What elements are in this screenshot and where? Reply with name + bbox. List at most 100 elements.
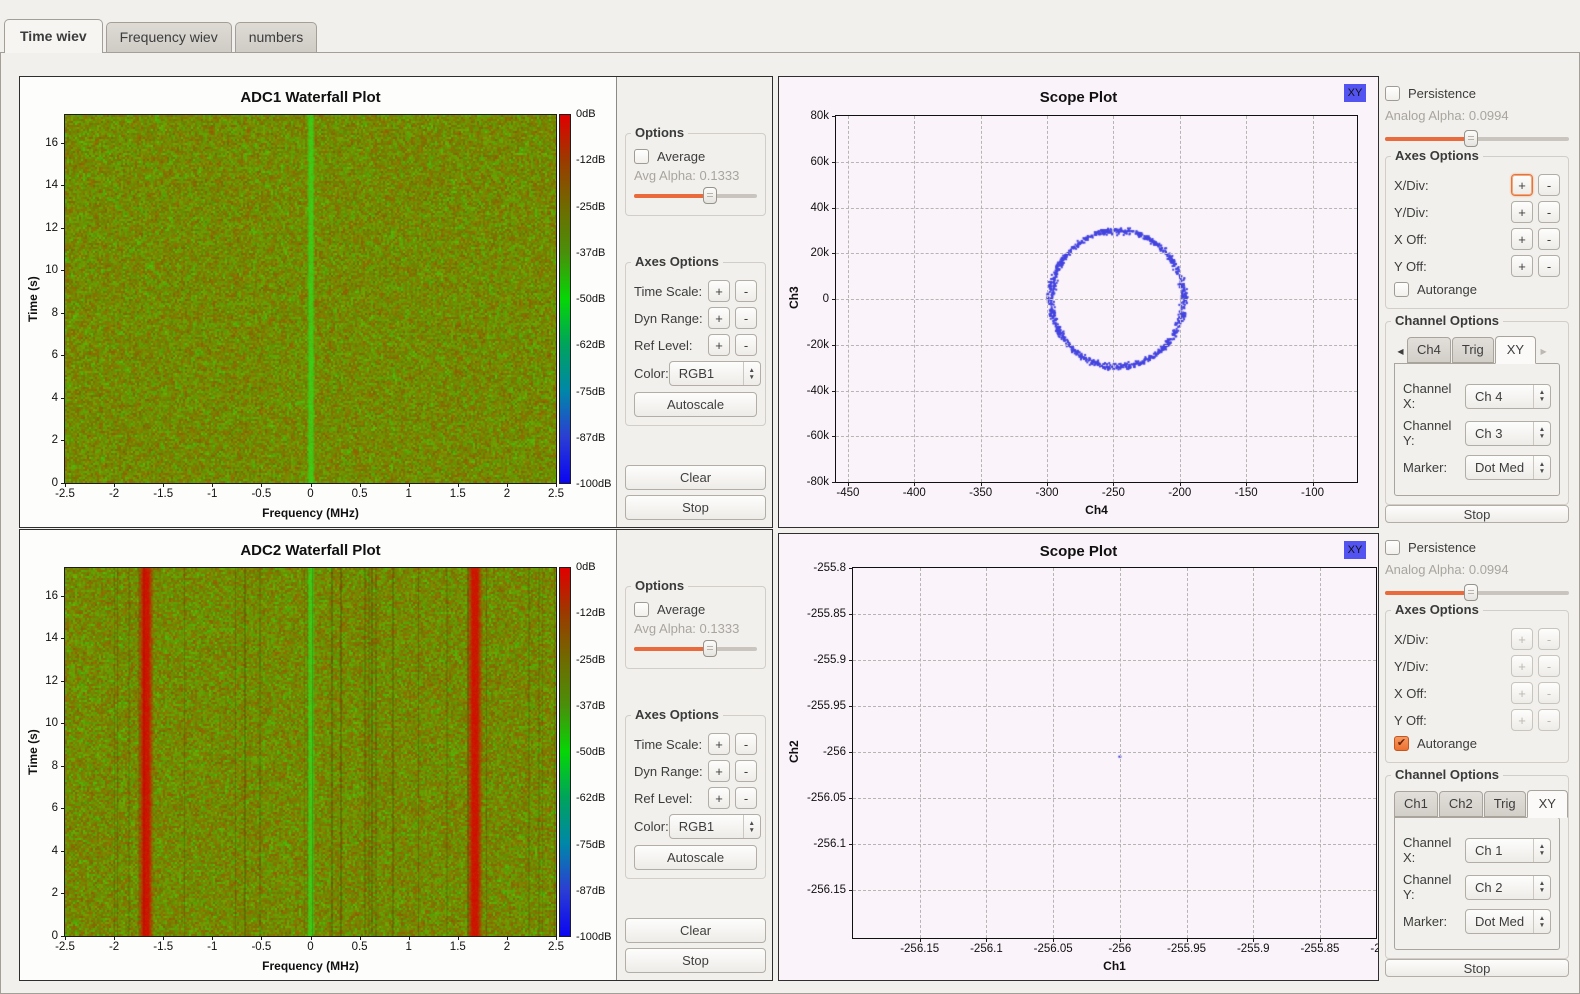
spinner-arrows[interactable]: ▲▼	[1533, 385, 1550, 408]
marker-select[interactable]: Dot Med ▲▼	[1465, 909, 1551, 934]
spinner-arrows[interactable]: ▲▼	[1533, 422, 1550, 445]
scope-stop-button[interactable]: Stop	[1385, 505, 1569, 523]
spin-up-icon[interactable]: ▲	[748, 821, 754, 826]
channel-y-select[interactable]: Ch 3 ▲▼	[1465, 421, 1551, 446]
yoff-minus-button[interactable]: -	[1538, 255, 1560, 277]
spin-up-icon[interactable]: ▲	[1539, 390, 1545, 395]
xdiv-plus-button[interactable]: +	[1511, 174, 1533, 196]
spin-up-icon[interactable]: ▲	[1539, 462, 1545, 467]
ydiv-minus-button[interactable]: -	[1538, 655, 1560, 677]
dyn-range-plus-button[interactable]: +	[708, 307, 730, 329]
clear-button[interactable]: Clear	[625, 918, 766, 943]
spin-down-icon[interactable]: ▼	[1539, 469, 1545, 474]
spinner-arrows[interactable]: ▲▼	[1533, 456, 1550, 479]
channel-tab-trig[interactable]: Trig	[1484, 791, 1526, 817]
time-scale-minus-button[interactable]: -	[735, 733, 757, 755]
dyn-range-minus-button[interactable]: -	[735, 307, 757, 329]
spin-down-icon[interactable]: ▼	[1539, 888, 1545, 893]
tab-frequency-view[interactable]: Frequency wiev	[106, 22, 232, 52]
spinner-arrows[interactable]: ▲▼	[1533, 839, 1550, 862]
spin-down-icon[interactable]: ▼	[1539, 923, 1545, 928]
spinner-arrows[interactable]: ▲▼	[743, 815, 760, 838]
yoff-plus-button[interactable]: +	[1511, 709, 1533, 731]
gridline	[836, 162, 1357, 163]
dyn-range-plus-button[interactable]: +	[708, 760, 730, 782]
slider-handle[interactable]	[703, 187, 717, 204]
channel-x-select[interactable]: Ch 4 ▲▼	[1465, 384, 1551, 409]
channel-y-select[interactable]: Ch 2 ▲▼	[1465, 875, 1551, 900]
spin-down-icon[interactable]: ▼	[748, 828, 754, 833]
channel-tab-xy[interactable]: XY	[1495, 336, 1536, 364]
spin-up-icon[interactable]: ▲	[748, 368, 754, 373]
spin-down-icon[interactable]: ▼	[1539, 397, 1545, 402]
avg-alpha-slider[interactable]	[634, 187, 757, 205]
yoff-minus-button[interactable]: -	[1538, 709, 1560, 731]
spinner-arrows[interactable]: ▲▼	[1533, 910, 1550, 933]
ydiv-plus-button[interactable]: +	[1511, 201, 1533, 223]
persistence-checkbox[interactable]	[1385, 540, 1400, 555]
marker-select[interactable]: Dot Med ▲▼	[1465, 455, 1551, 480]
ydiv-plus-button[interactable]: +	[1511, 655, 1533, 677]
xdiv-minus-button[interactable]: -	[1538, 174, 1560, 196]
tab-numbers[interactable]: numbers	[235, 22, 317, 52]
autorange-checkbox[interactable]: ✔	[1394, 736, 1409, 751]
xy-legend-badge: XY	[1344, 84, 1366, 102]
spinner-arrows[interactable]: ▲▼	[1533, 876, 1550, 899]
spinner-arrows[interactable]: ▲▼	[743, 362, 760, 385]
persistence-checkbox[interactable]	[1385, 86, 1400, 101]
channel-tab-xy[interactable]: XY	[1527, 790, 1568, 818]
time-scale-minus-button[interactable]: -	[735, 280, 757, 302]
autoscale-button[interactable]: Autoscale	[634, 392, 757, 417]
channel-tab-ch2[interactable]: Ch2	[1439, 791, 1483, 817]
tab-scroll-left-icon[interactable]: ◀	[1394, 339, 1407, 363]
spin-down-icon[interactable]: ▼	[1539, 851, 1545, 856]
spin-down-icon[interactable]: ▼	[748, 375, 754, 380]
tab-time-view[interactable]: Time wiev	[4, 19, 103, 53]
ref-level-minus-button[interactable]: -	[735, 334, 757, 356]
channel-x-select[interactable]: Ch 1 ▲▼	[1465, 838, 1551, 863]
stop-button[interactable]: Stop	[625, 495, 766, 520]
spin-down-icon[interactable]: ▼	[1539, 434, 1545, 439]
avg-alpha-slider[interactable]	[634, 640, 757, 658]
color-select[interactable]: RGB1 ▲▼	[669, 814, 761, 839]
xoff-minus-button[interactable]: -	[1538, 228, 1560, 250]
analog-alpha-slider[interactable]	[1385, 584, 1569, 596]
autorange-checkbox[interactable]	[1394, 282, 1409, 297]
scope-stop-button[interactable]: Stop	[1385, 959, 1569, 977]
time-scale-plus-button[interactable]: +	[708, 280, 730, 302]
spin-up-icon[interactable]: ▲	[1539, 427, 1545, 432]
xoff-plus-button[interactable]: +	[1511, 682, 1533, 704]
slider-handle[interactable]	[1464, 130, 1478, 147]
time-scale-plus-button[interactable]: +	[708, 733, 730, 755]
yoff-plus-button[interactable]: +	[1511, 255, 1533, 277]
ref-level-plus-button[interactable]: +	[708, 787, 730, 809]
channel-tab-trig[interactable]: Trig	[1452, 337, 1494, 363]
dyn-range-minus-button[interactable]: -	[735, 760, 757, 782]
average-checkbox[interactable]	[634, 149, 649, 164]
tick-label: 2	[52, 434, 58, 446]
slider-handle[interactable]	[1464, 584, 1478, 601]
y-axis-label: Ch2	[787, 567, 801, 937]
stop-button[interactable]: Stop	[625, 948, 766, 973]
tick-label: -400	[903, 487, 926, 499]
channel-tab-ch1[interactable]: Ch1	[1394, 791, 1438, 817]
ref-level-minus-button[interactable]: -	[735, 787, 757, 809]
spin-up-icon[interactable]: ▲	[1539, 881, 1545, 886]
spin-up-icon[interactable]: ▲	[1539, 844, 1545, 849]
ref-level-plus-button[interactable]: +	[708, 334, 730, 356]
analog-alpha-slider[interactable]	[1385, 130, 1569, 142]
spin-up-icon[interactable]: ▲	[1539, 916, 1545, 921]
slider-handle[interactable]	[703, 640, 717, 657]
autoscale-button[interactable]: Autoscale	[634, 845, 757, 870]
average-checkbox[interactable]	[634, 602, 649, 617]
channel-tab-ch4[interactable]: Ch4	[1407, 337, 1451, 363]
ydiv-minus-button[interactable]: -	[1538, 201, 1560, 223]
colorbar-labels: 0dB-12dB-25dB-37dB-50dB-62dB-75dB-87dB-1…	[576, 567, 622, 937]
tab-scroll-right-icon[interactable]: ▶	[1537, 339, 1550, 363]
xoff-minus-button[interactable]: -	[1538, 682, 1560, 704]
xdiv-plus-button[interactable]: +	[1511, 628, 1533, 650]
clear-button[interactable]: Clear	[625, 465, 766, 490]
xdiv-minus-button[interactable]: -	[1538, 628, 1560, 650]
xoff-plus-button[interactable]: +	[1511, 228, 1533, 250]
color-select[interactable]: RGB1 ▲▼	[669, 361, 761, 386]
